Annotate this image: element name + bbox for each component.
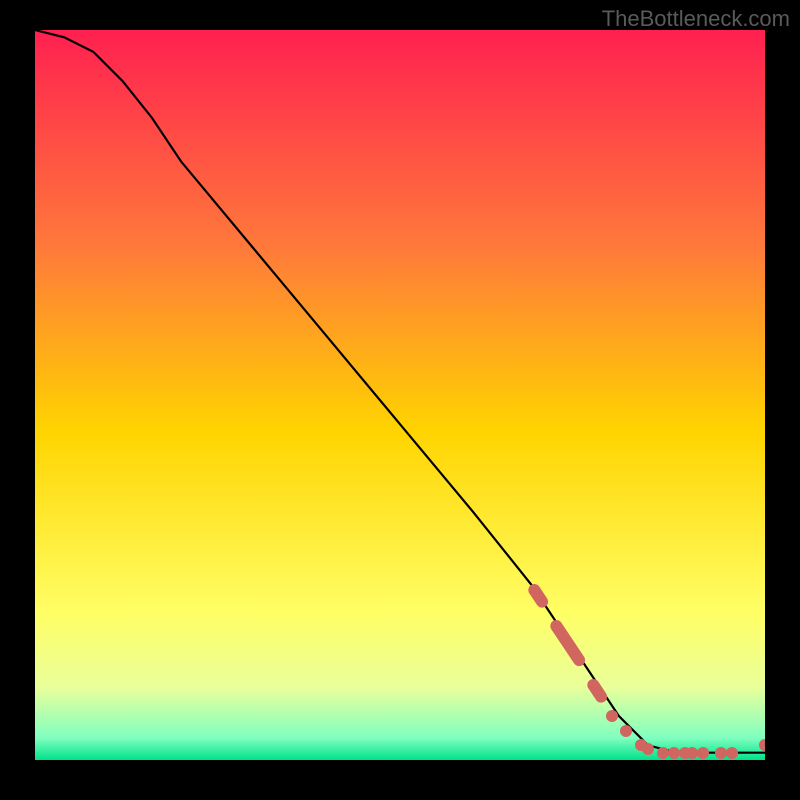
highlight-dot xyxy=(759,739,765,751)
watermark-text: TheBottleneck.com xyxy=(602,6,790,32)
highlight-dot xyxy=(642,743,654,755)
highlight-dot xyxy=(606,710,618,722)
chart-plot-area xyxy=(35,30,765,760)
highlight-dot xyxy=(726,747,738,759)
highlight-dot xyxy=(697,747,709,759)
highlight-dot xyxy=(620,725,632,737)
chart-curve xyxy=(35,30,765,760)
